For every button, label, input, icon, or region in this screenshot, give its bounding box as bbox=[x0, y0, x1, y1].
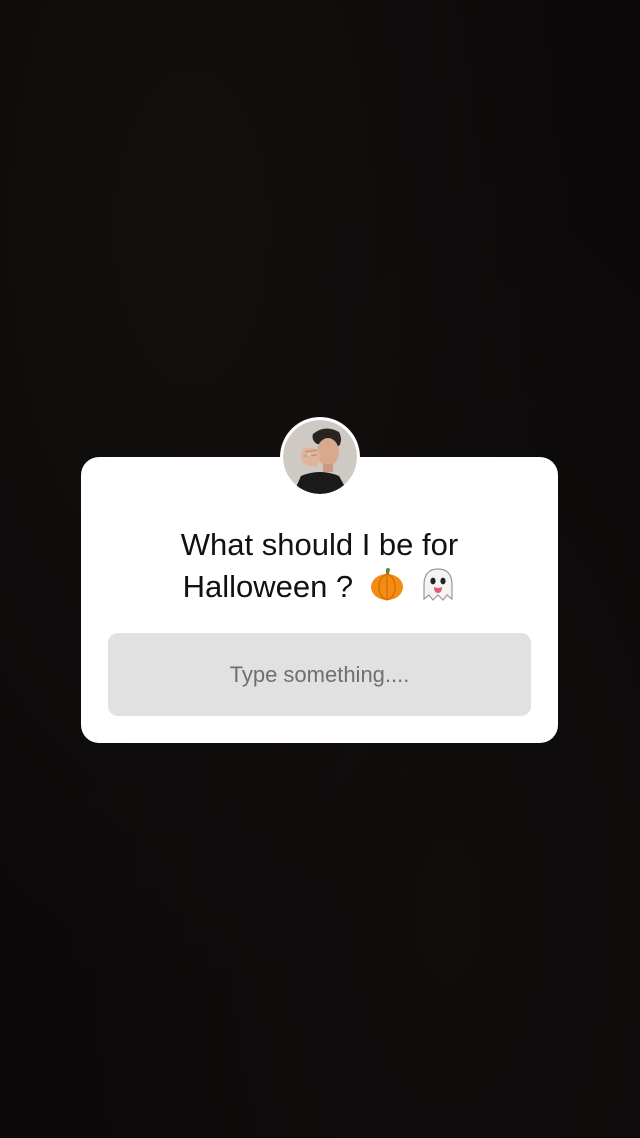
question-line-2: Halloween ? bbox=[182, 569, 354, 604]
question-line-2-wrapper: Halloween ? bbox=[81, 565, 558, 613]
ghost-icon bbox=[420, 565, 456, 613]
answer-input[interactable]: Type something.... bbox=[108, 633, 531, 716]
story-background: What should I be for Halloween ? Type so… bbox=[0, 0, 640, 1138]
pumpkin-icon bbox=[368, 565, 406, 613]
answer-placeholder: Type something.... bbox=[229, 661, 410, 687]
question-text: What should I be for Halloween ? bbox=[81, 524, 558, 613]
question-sticker-card: What should I be for Halloween ? Type so… bbox=[81, 457, 558, 743]
question-line-1: What should I be for bbox=[180, 527, 459, 562]
profile-photo bbox=[283, 420, 357, 494]
avatar bbox=[280, 417, 360, 497]
